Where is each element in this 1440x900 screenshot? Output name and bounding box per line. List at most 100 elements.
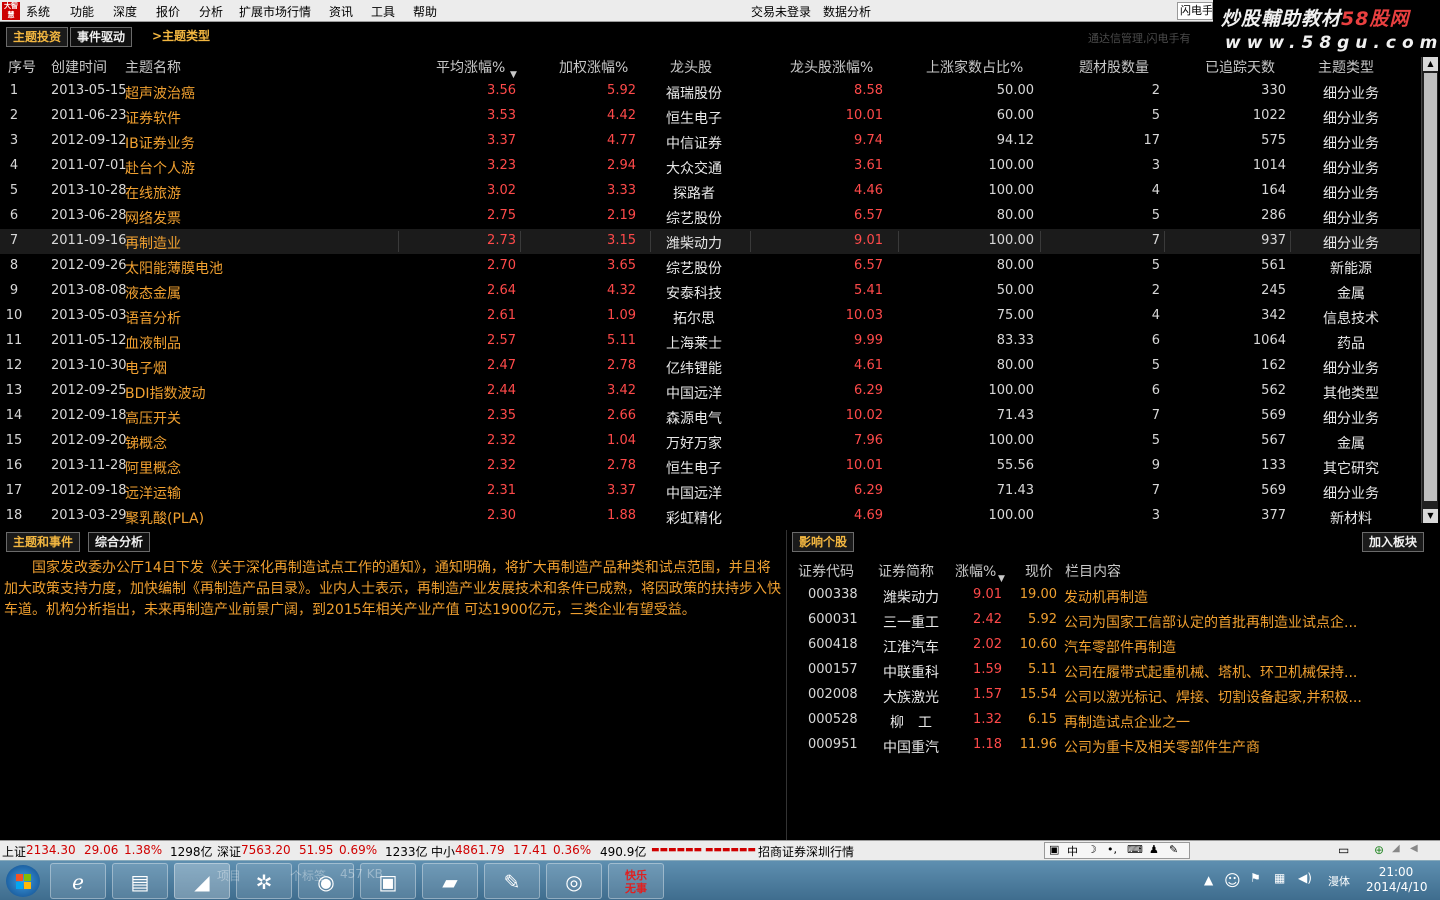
ime-mode[interactable]: 中 — [1067, 843, 1078, 859]
list-item[interactable]: 000338 潍柴动力 9.01 19.00 发动机再制造 — [790, 583, 1440, 608]
ime-punct-icon[interactable]: •, — [1107, 843, 1117, 856]
table-row[interactable]: 12 2013-10-30 电子烟 2.47 2.78 亿纬锂能 4.61 80.00 5 162… — [0, 354, 1420, 379]
table-row[interactable]: 9 2013-08-08 液态金属 2.64 4.32 安泰科技 5.41 50.00 2 245… — [0, 279, 1420, 304]
list-item[interactable]: 600418 江淮汽车 2.02 10.60 汽车零部件再制造 — [790, 633, 1440, 658]
table-row[interactable]: 1 2013-05-15 超声波治癌 3.56 5.92 福瑞股份 8.58 50.00 2 33… — [0, 79, 1420, 104]
col-stock-name[interactable]: 证券简称 — [878, 561, 934, 581]
col-leader[interactable]: 龙头股 — [670, 57, 712, 77]
scroll-thumb[interactable] — [1424, 73, 1437, 501]
ime-moon-icon[interactable]: ☽ — [1087, 843, 1097, 856]
tray-ime-label[interactable]: 漫体 — [1328, 873, 1350, 889]
ie-browser-icon[interactable]: ℯ — [50, 863, 106, 899]
menu-depth[interactable]: 深度 — [113, 3, 137, 20]
cell-stock-change: 2.02 — [973, 637, 1002, 652]
ime-toolbar[interactable]: ▣ 中 ☽ •, ⌨ ♟ ✎ — [1044, 842, 1190, 859]
menu-quote[interactable]: 报价 — [156, 3, 180, 20]
trade-login-status[interactable]: 交易未登录 — [751, 3, 811, 20]
notebook-app-icon[interactable]: ▰ — [422, 863, 478, 899]
table-row[interactable]: 11 2011-05-12 血液制品 2.57 5.11 上海莱士 9.99 83.33 6 10… — [0, 329, 1420, 354]
table-row[interactable]: 4 2011-07-01 赴台个人游 3.23 2.94 大众交通 3.61 100.00 3 1… — [0, 154, 1420, 179]
scroll-down-icon[interactable]: ▼ — [1423, 509, 1438, 523]
col-stock-change[interactable]: 涨幅% — [955, 561, 996, 581]
table-row[interactable]: 6 2013-06-28 网络发票 2.75 2.19 综艺股份 6.57 80.00 5 286… — [0, 204, 1420, 229]
list-item[interactable]: 600031 三一重工 2.42 5.92 公司为国家工信部认定的首批再制造业试点企..… — [790, 608, 1440, 633]
table-row[interactable]: 5 2013-10-28 在线旅游 3.02 3.33 探路者 4.46 100.00 4 164… — [0, 179, 1420, 204]
col-stock-code[interactable]: 证券代码 — [798, 561, 854, 581]
taskbar-clock[interactable]: 21:00 2014/4/10 — [1366, 865, 1428, 895]
col-avg-change[interactable]: 平均涨幅% — [436, 57, 505, 77]
list-item[interactable]: 002008 大族激光 1.57 15.54 公司以激光标记、焊接、切割设备起家,并积极… — [790, 683, 1440, 708]
table-row[interactable]: 14 2012-09-18 高压开关 2.35 2.66 森源电气 10.02 71.43 7 5… — [0, 404, 1420, 429]
explorer-folder-icon[interactable]: ▤ — [112, 863, 168, 899]
table-row[interactable]: 2 2011-06-23 证券软件 3.53 4.42 恒生电子 10.01 60.00 5 10… — [0, 104, 1420, 129]
menu-function[interactable]: 功能 — [70, 3, 94, 20]
table-row[interactable]: 8 2012-09-26 太阳能薄膜电池 2.70 3.65 综艺股份 6.57 80.00 5… — [0, 254, 1420, 279]
col-no[interactable]: 序号 — [8, 57, 36, 77]
ime-keyboard-icon[interactable]: ⌨ — [1127, 843, 1143, 856]
tray-flag-icon[interactable]: ⚑ — [1250, 871, 1261, 885]
list-item[interactable]: 000157 中联重科 1.59 5.11 公司在履带式起重机械、塔机、环卫机械保持..… — [790, 658, 1440, 683]
data-analysis-menu[interactable]: 数据分析 — [823, 3, 871, 20]
tab-affected-stocks[interactable]: 影响个股 — [792, 532, 855, 552]
table-row[interactable]: 18 2013-03-29 聚乳酸(PLA) 2.30 1.88 彩虹精化 4.69 100.… — [0, 504, 1420, 529]
table-row[interactable]: 10 2013-05-03 语音分析 2.61 1.09 拓尔思 10.03 75.00 4 34… — [0, 304, 1420, 329]
menu-tools[interactable]: 工具 — [371, 3, 395, 20]
table-row[interactable]: 16 2013-11-28 阿里概念 2.32 2.78 恒生电子 10.01 55.56 9 1… — [0, 454, 1420, 479]
cell-leader-change: 4.61 — [854, 358, 883, 373]
tab-comprehensive-analysis[interactable]: 综合分析 — [88, 532, 151, 552]
col-theme-type[interactable]: 主题类型 — [1318, 57, 1374, 77]
cell-leader: 大众交通 — [666, 161, 722, 177]
cell-stock-price: 15.54 — [1019, 687, 1057, 702]
cell-avg-change: 2.64 — [487, 283, 516, 298]
table-scrollbar[interactable]: ▲ ▼ — [1421, 57, 1438, 523]
add-to-block-button[interactable]: 加入板块 — [1362, 532, 1425, 552]
tab-theme-events[interactable]: 主题和事件 — [6, 532, 81, 552]
paint-app-icon[interactable]: ✎ — [484, 863, 540, 899]
cell-tracked-days: 575 — [1261, 133, 1286, 148]
table-row[interactable]: 3 2012-09-12 IB证券业务 3.37 4.77 中信证券 9.74 94.12 17… — [0, 129, 1420, 154]
ime-user-icon[interactable]: ♟ — [1149, 843, 1159, 856]
flash-trade-box[interactable]: 闪电手 — [1177, 2, 1213, 20]
list-item[interactable]: 000528 柳 工 1.32 6.15 再制造试点企业之一 — [790, 708, 1440, 733]
broker-feed-label[interactable]: 招商证券深圳行情 — [758, 843, 854, 860]
col-date[interactable]: 创建时间 — [51, 57, 107, 77]
start-button[interactable] — [6, 865, 40, 897]
menu-analysis[interactable]: 分析 — [199, 3, 223, 20]
col-leader-change[interactable]: 龙头股涨幅% — [790, 57, 873, 77]
sz-index-value[interactable]: 7563.20 — [241, 843, 291, 857]
cell-avg-change: 2.57 — [487, 333, 516, 348]
table-row[interactable]: 15 2012-09-20 锑概念 2.32 1.04 万好万家 7.96 100.00 5 56… — [0, 429, 1420, 454]
table-row[interactable]: 17 2012-09-18 远洋运输 2.31 3.37 中国远洋 6.29 71.43 7 56… — [0, 479, 1420, 504]
col-stock-count[interactable]: 题材股数量 — [1079, 57, 1149, 77]
table-row[interactable]: 7 2011-09-16 再制造业 2.73 3.15 潍柴动力 9.01 100.00 7 93… — [0, 229, 1420, 254]
happy-trader-app-icon[interactable]: 快乐 无事 — [608, 863, 664, 899]
menu-extended-market[interactable]: 扩展市场行情 — [239, 3, 311, 20]
tray-volume-icon[interactable]: ◀) — [1298, 871, 1312, 885]
cell-separator — [750, 231, 751, 252]
ime-settings-icon[interactable]: ✎ — [1169, 843, 1178, 856]
sh-index-value[interactable]: 2134.30 — [26, 843, 76, 857]
table-row[interactable]: 13 2012-09-25 BDI指数波动 2.44 3.42 中国远洋 6.29 100.0… — [0, 379, 1420, 404]
pinwheel-app-icon[interactable]: ✲ — [236, 863, 292, 899]
menu-system[interactable]: 系统 — [26, 3, 50, 20]
col-weighted-change[interactable]: 加权涨幅% — [559, 57, 628, 77]
tray-network-icon[interactable]: ▦ — [1274, 871, 1285, 885]
zx-index-value[interactable]: 4861.79 — [455, 843, 505, 857]
tab-theme-investment[interactable]: 主题投资 — [6, 27, 69, 47]
status-window-icon[interactable]: ▭ — [1338, 843, 1349, 857]
col-stock-content[interactable]: 栏目内容 — [1065, 561, 1121, 581]
list-item[interactable]: 000951 中国重汽 1.18 11.96 公司为重卡及相关零部件生产商 — [790, 733, 1440, 758]
menu-help[interactable]: 帮助 — [413, 3, 437, 20]
tab-theme-type[interactable]: >主题类型 — [146, 27, 216, 47]
cell-up-ratio: 60.00 — [996, 108, 1034, 123]
tray-expand-icon[interactable]: ▲ — [1204, 873, 1213, 887]
col-tracked-days[interactable]: 已追踪天数 — [1205, 57, 1275, 77]
col-up-ratio[interactable]: 上涨家数占比% — [926, 57, 1023, 77]
menu-news[interactable]: 资讯 — [329, 3, 353, 20]
tab-event-driven[interactable]: 事件驱动 — [70, 27, 133, 47]
col-theme-name[interactable]: 主题名称 — [125, 57, 181, 77]
col-stock-price[interactable]: 现价 — [1025, 561, 1053, 581]
tray-qq-icon[interactable]: ☺ — [1224, 871, 1241, 890]
scroll-up-icon[interactable]: ▲ — [1423, 57, 1438, 71]
browser-app-icon[interactable]: ◎ — [546, 863, 602, 899]
